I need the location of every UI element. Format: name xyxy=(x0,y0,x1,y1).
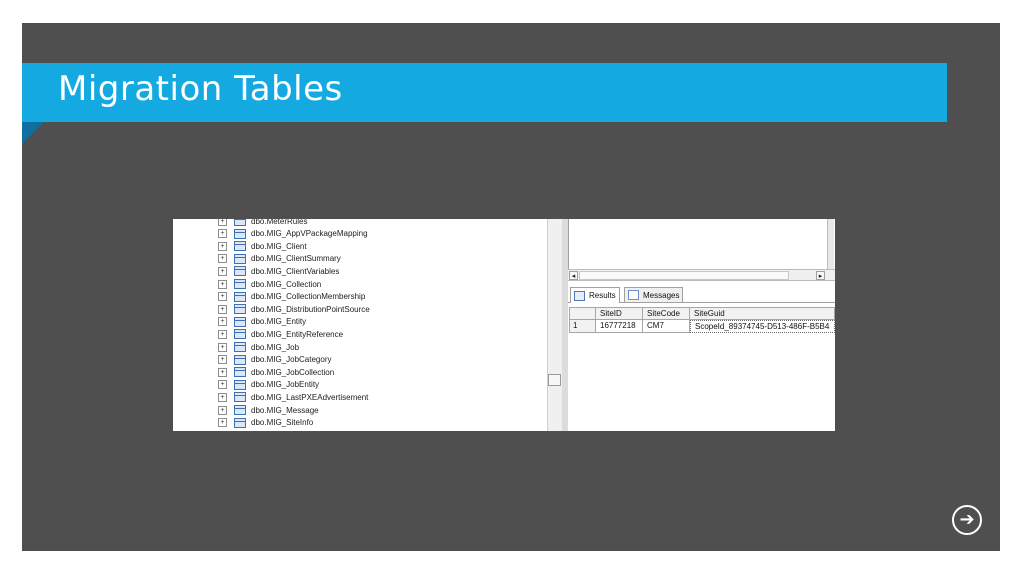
tree-item-label: dbo.MIG_LastPXEAdvertisement xyxy=(251,392,369,402)
arrow-right-circle-icon[interactable]: ➔ xyxy=(952,505,982,535)
expand-plus-icon[interactable]: + xyxy=(218,279,227,289)
tree-item-label: dbo.MIG_ClientSummary xyxy=(251,254,341,264)
scroll-right-icon[interactable]: ▸ xyxy=(816,271,825,280)
expand-plus-icon[interactable]: + xyxy=(218,292,227,302)
table-icon xyxy=(234,228,246,239)
tree-item-label: dbo.MIG_Message xyxy=(251,405,319,415)
grid-cell-siteid[interactable]: 16777218 xyxy=(596,320,643,333)
tree-item[interactable]: + dbo.MIG_AppVPackageMapping xyxy=(218,228,368,240)
expand-plus-icon[interactable]: + xyxy=(218,367,227,377)
query-pane: ◂ ▸ Results Messages SiteID SiteCode Sit… xyxy=(568,219,835,431)
table-icon xyxy=(234,279,246,289)
tab-results-label: Results xyxy=(589,291,616,300)
table-icon xyxy=(234,291,246,302)
expand-plus-icon[interactable]: + xyxy=(218,329,227,339)
tree-item-label: dbo.MIG_DistributionPointSource xyxy=(251,304,370,314)
tree-item-label: dbo.MIG_EntityReference xyxy=(251,329,344,339)
tree-item-label: dbo.MIG_ClientVariables xyxy=(251,266,340,276)
tree-item[interactable]: + dbo.MIG_ClientVariables xyxy=(218,265,339,277)
table-icon xyxy=(234,354,246,365)
table-icon xyxy=(234,316,246,327)
expand-plus-icon[interactable]: + xyxy=(218,266,227,276)
grid-row-number[interactable]: 1 xyxy=(569,320,596,333)
editor-vertical-scrollbar[interactable] xyxy=(827,219,834,269)
table-icon xyxy=(234,405,246,415)
tree-item-label: dbo.MIG_JobEntity xyxy=(251,380,320,390)
grid-header-siteid[interactable]: SiteID xyxy=(596,307,643,320)
tree-item[interactable]: + dbo.MIG_JobCategory xyxy=(218,354,332,366)
grid-header-rownum xyxy=(569,307,596,320)
table-icon xyxy=(234,342,246,352)
tree-item[interactable]: + dbo.MIG_JobCollection xyxy=(218,366,334,378)
tree-item-label: dbo.MIG_Job xyxy=(251,342,300,352)
table-icon xyxy=(234,266,246,277)
table-icon xyxy=(234,219,246,226)
expand-plus-icon[interactable]: + xyxy=(218,317,227,327)
expand-plus-icon[interactable]: + xyxy=(218,392,227,402)
object-explorer-tree: + dbo.MeterRules + dbo.MIG_AppVPackageMappi… xyxy=(173,219,547,431)
table-row[interactable]: 1 16777218 CM7 ScopeId_89374745-D513-486… xyxy=(569,320,835,333)
tree-item-label: dbo.MIG_Entity xyxy=(251,317,307,327)
tree-item-label: dbo.MIG_JobCollection xyxy=(251,367,335,377)
grid-header-row: SiteID SiteCode SiteGuid xyxy=(569,307,835,320)
scroll-left-icon[interactable]: ◂ xyxy=(569,271,578,280)
tree-vertical-scrollbar[interactable] xyxy=(547,219,563,431)
expand-plus-icon[interactable]: + xyxy=(218,405,227,415)
expand-plus-icon[interactable]: + xyxy=(218,219,227,226)
tab-messages[interactable]: Messages xyxy=(624,287,684,302)
tree-item[interactable]: + dbo.MIG_CollectionMembership xyxy=(218,291,365,303)
tree-item[interactable]: + dbo.MIG_Collection xyxy=(218,278,321,290)
table-icon xyxy=(234,392,246,403)
tree-item-label: dbo.MIG_CollectionMembership xyxy=(251,292,366,302)
editor-horizontal-scrollbar[interactable]: ◂ ▸ xyxy=(568,269,835,281)
tree-scroll-thumb[interactable] xyxy=(548,374,561,386)
grid-header-sitecode[interactable]: SiteCode xyxy=(643,307,690,320)
table-icon xyxy=(234,417,246,428)
expand-plus-icon[interactable]: + xyxy=(218,241,227,251)
table-icon xyxy=(234,329,246,340)
expand-plus-icon[interactable]: + xyxy=(218,342,227,352)
grid-cell-sitecode[interactable]: CM7 xyxy=(643,320,690,333)
query-editor[interactable] xyxy=(568,219,834,269)
messages-icon xyxy=(628,290,639,300)
tab-results[interactable]: Results xyxy=(570,287,620,303)
tab-messages-label: Messages xyxy=(643,290,680,300)
tree-item-label: dbo.MIG_SiteInfo xyxy=(251,418,314,428)
results-tabs: Results Messages xyxy=(568,284,835,303)
expand-plus-icon[interactable]: + xyxy=(218,380,227,390)
grid-icon xyxy=(574,290,585,301)
tree-item[interactable]: + dbo.MIG_EntityReference xyxy=(218,328,343,340)
tree-item-label: dbo.MIG_AppVPackageMapping xyxy=(251,229,368,239)
tree-item-label: dbo.MIG_Collection xyxy=(251,279,322,289)
table-icon xyxy=(234,253,246,264)
tree-item[interactable]: + dbo.MIG_JobEntity xyxy=(218,379,319,391)
expand-plus-icon[interactable]: + xyxy=(218,355,227,365)
expand-plus-icon[interactable]: + xyxy=(218,304,227,314)
tree-item[interactable]: + dbo.MIG_Entity xyxy=(218,316,306,328)
grid-cell-siteguid[interactable]: ScopeId_89374745-D513-486F-B5B4 xyxy=(690,320,835,333)
expand-plus-icon[interactable]: + xyxy=(218,229,227,239)
tree-item-label: dbo.MIG_Client xyxy=(251,241,307,251)
grid-header-siteguid[interactable]: SiteGuid xyxy=(690,307,835,320)
tree-item[interactable]: + dbo.MIG_DistributionPointSource xyxy=(218,303,370,315)
table-icon xyxy=(234,379,246,390)
expand-plus-icon[interactable]: + xyxy=(218,418,227,428)
tree-item[interactable]: + dbo.MIG_Client xyxy=(218,240,307,252)
tree-item[interactable]: + dbo.MIG_ClientSummary xyxy=(218,253,341,265)
tree-item-label: dbo.MIG_JobCategory xyxy=(251,355,332,365)
slide-title: Migration Tables xyxy=(58,69,343,109)
tree-item[interactable]: + dbo.MeterRules xyxy=(218,219,307,227)
table-icon xyxy=(234,241,246,252)
expand-plus-icon[interactable]: + xyxy=(218,254,227,264)
ssms-screenshot: + dbo.MeterRules + dbo.MIG_AppVPackageMappi… xyxy=(173,219,835,431)
table-icon xyxy=(234,304,246,315)
tree-item[interactable]: + dbo.MIG_SiteInfo xyxy=(218,417,313,429)
tree-item[interactable]: + dbo.MIG_LastPXEAdvertisement xyxy=(218,391,368,403)
table-icon xyxy=(234,367,246,378)
tree-item-label: dbo.MeterRules xyxy=(251,219,308,226)
scroll-track[interactable] xyxy=(579,271,789,280)
title-bar-fold xyxy=(22,122,44,144)
tree-item[interactable]: + dbo.MIG_Job xyxy=(218,341,299,353)
tree-item[interactable]: + dbo.MIG_Message xyxy=(218,404,319,416)
